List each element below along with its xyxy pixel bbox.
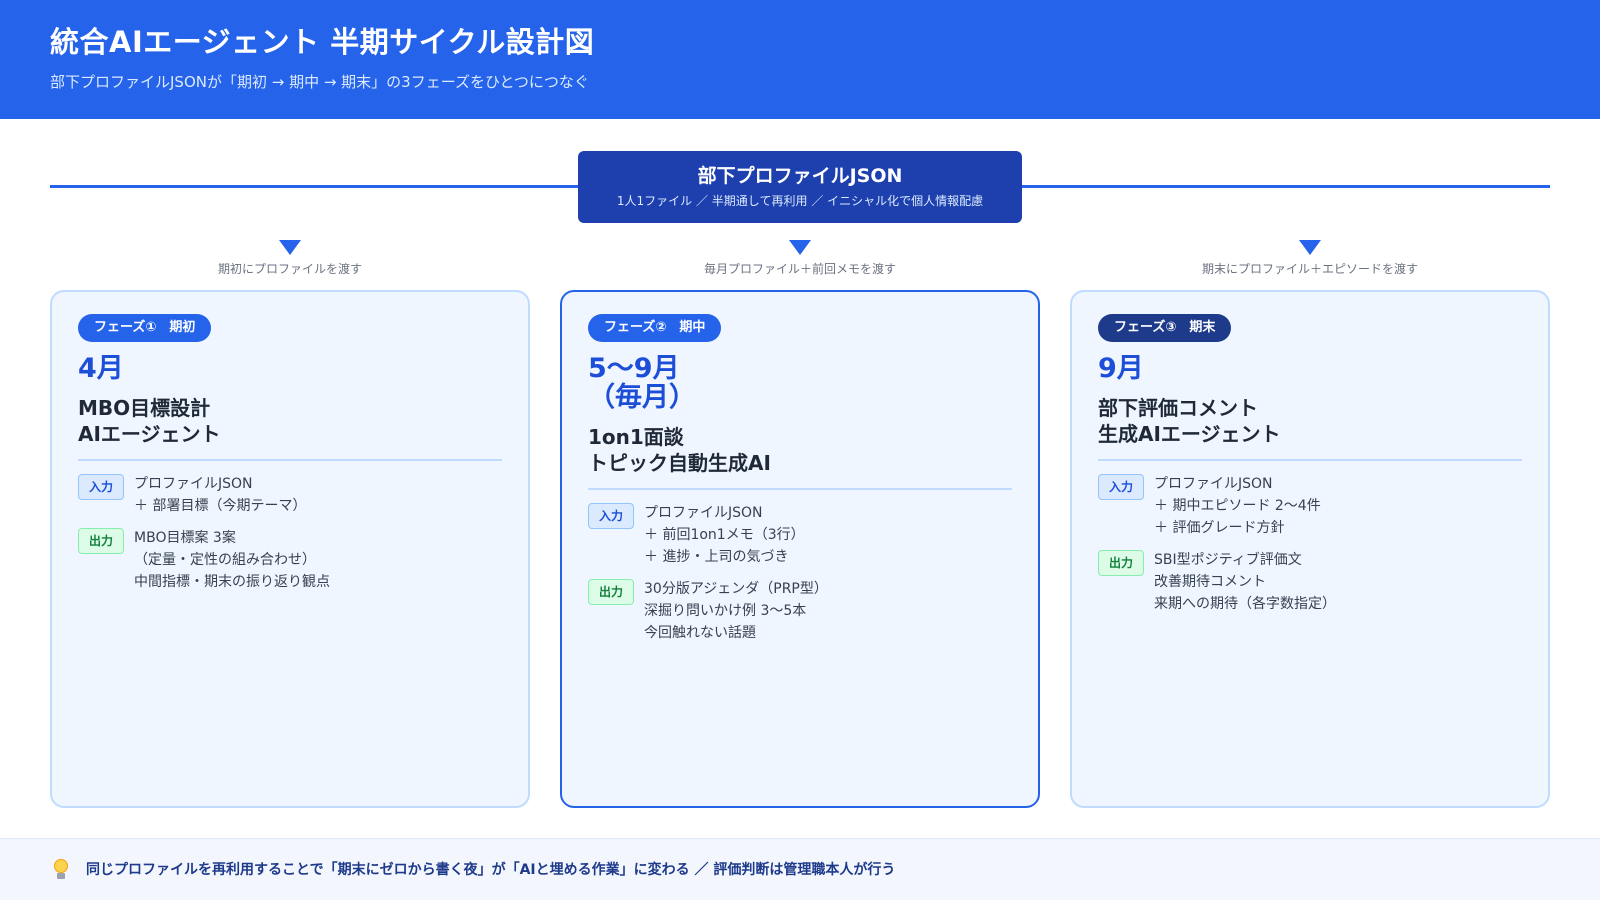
phase-title: MBO目標設計 AIエージェント [78,396,221,446]
footer-note: 同じプロファイルを再利用することで「期末にゼロから書く夜」が「AIと埋める作業」… [0,838,1600,900]
input-tag: 入力 [78,474,124,500]
input-tag: 入力 [1098,474,1144,500]
connector-label: 毎月プロファイル＋前回メモを渡す [703,262,896,276]
header-banner: 統合AIエージェント 半期サイクル設計図 部下プロファイルJSONが「期初 → … [0,0,1600,119]
connector-line-left [50,185,580,188]
phase-card-2: フェーズ② 期中 5〜9月 （毎月） 1on1面談 トピック自動生成AI 入力 … [560,290,1040,808]
output-row: 出力 SBI型ポジティブ評価文 改善期待コメント 来期への期待（各字数指定） [1098,549,1522,615]
phase-title: 部下評価コメント 生成AIエージェント [1098,396,1281,446]
arrow-down-icon [789,240,811,255]
divider [588,488,1012,490]
input-row: 入力 プロファイルJSON ＋ 前回1on1メモ（3行） ＋ 進捗・上司の気づき [588,502,1012,568]
output-text: SBI型ポジティブ評価文 改善期待コメント 来期への期待（各字数指定） [1154,552,1336,612]
connector-label: 期初にプロファイルを渡す [217,262,362,276]
phase-title: 1on1面談 トピック自動生成AI [588,425,771,475]
profile-title: 部下プロファイルJSON [697,165,903,187]
output-text: 30分版アジェンダ（PRP型） 深掘り問いかけ例 3〜5本 今回触れない話題 [644,581,828,641]
input-text: プロファイルJSON ＋ 前回1on1メモ（3行） ＋ 進捗・上司の気づき [644,505,805,565]
page-title: 統合AIエージェント 半期サイクル設計図 [50,25,595,59]
profile-description: 1人1ファイル ／ 半期通して再利用 ／ イニシャル化で個人情報配慮 [616,194,984,208]
arrow-down-icon [279,240,301,255]
divider [1098,459,1522,461]
output-text: MBO目標案 3案 （定量・定性の組み合わせ） 中間指標・期末の振り返り観点 [134,530,330,590]
input-row: 入力 プロファイルJSON ＋ 期中エピソード 2〜4件 ＋ 評価グレード方針 [1098,473,1522,539]
connector-label: 期末にプロファイル＋エピソードを渡す [1201,262,1418,276]
phase-card-3: フェーズ③ 期末 9月 部下評価コメント 生成AIエージェント 入力 プロファイ… [1070,290,1550,808]
input-row: 入力 プロファイルJSON ＋ 部署目標（今期テーマ） [78,473,502,517]
input-tag: 入力 [588,503,634,529]
output-tag: 出力 [1098,550,1144,576]
profile-json-box: 部下プロファイルJSON 1人1ファイル ／ 半期通して再利用 ／ イニシャル化… [578,151,1022,223]
output-tag: 出力 [78,528,124,554]
arrow-down-icon [1299,240,1321,255]
connector-phase-3: 期末にプロファイル＋エピソードを渡す [1070,240,1550,277]
divider [78,459,502,461]
input-text: プロファイルJSON ＋ 部署目標（今期テーマ） [134,476,307,514]
output-row: 出力 30分版アジェンダ（PRP型） 深掘り問いかけ例 3〜5本 今回触れない話… [588,578,1012,644]
lightbulb-icon [52,858,70,881]
input-text: プロファイルJSON ＋ 期中エピソード 2〜4件 ＋ 評価グレード方針 [1154,476,1321,536]
phase-month: 9月 [1098,353,1144,384]
output-row: 出力 MBO目標案 3案 （定量・定性の組み合わせ） 中間指標・期末の振り返り観… [78,527,502,593]
phase-badge: フェーズ② 期中 [588,314,722,342]
phase-month: 5〜9月 （毎月） [588,353,696,413]
phase-month: 4月 [78,353,124,384]
connector-line-right [1020,185,1550,188]
phase-badge: フェーズ③ 期末 [1098,314,1232,342]
footer-text: 同じプロファイルを再利用することで「期末にゼロから書く夜」が「AIと埋める作業」… [86,861,896,878]
connector-phase-2: 毎月プロファイル＋前回メモを渡す [560,240,1040,277]
page-subtitle: 部下プロファイルJSONが「期初 → 期中 → 期末」の3フェーズをひとつにつな… [50,73,589,91]
phase-badge: フェーズ① 期初 [78,314,212,342]
connector-phase-1: 期初にプロファイルを渡す [50,240,530,277]
phase-card-1: フェーズ① 期初 4月 MBO目標設計 AIエージェント 入力 プロファイルJS… [50,290,530,808]
output-tag: 出力 [588,579,634,605]
